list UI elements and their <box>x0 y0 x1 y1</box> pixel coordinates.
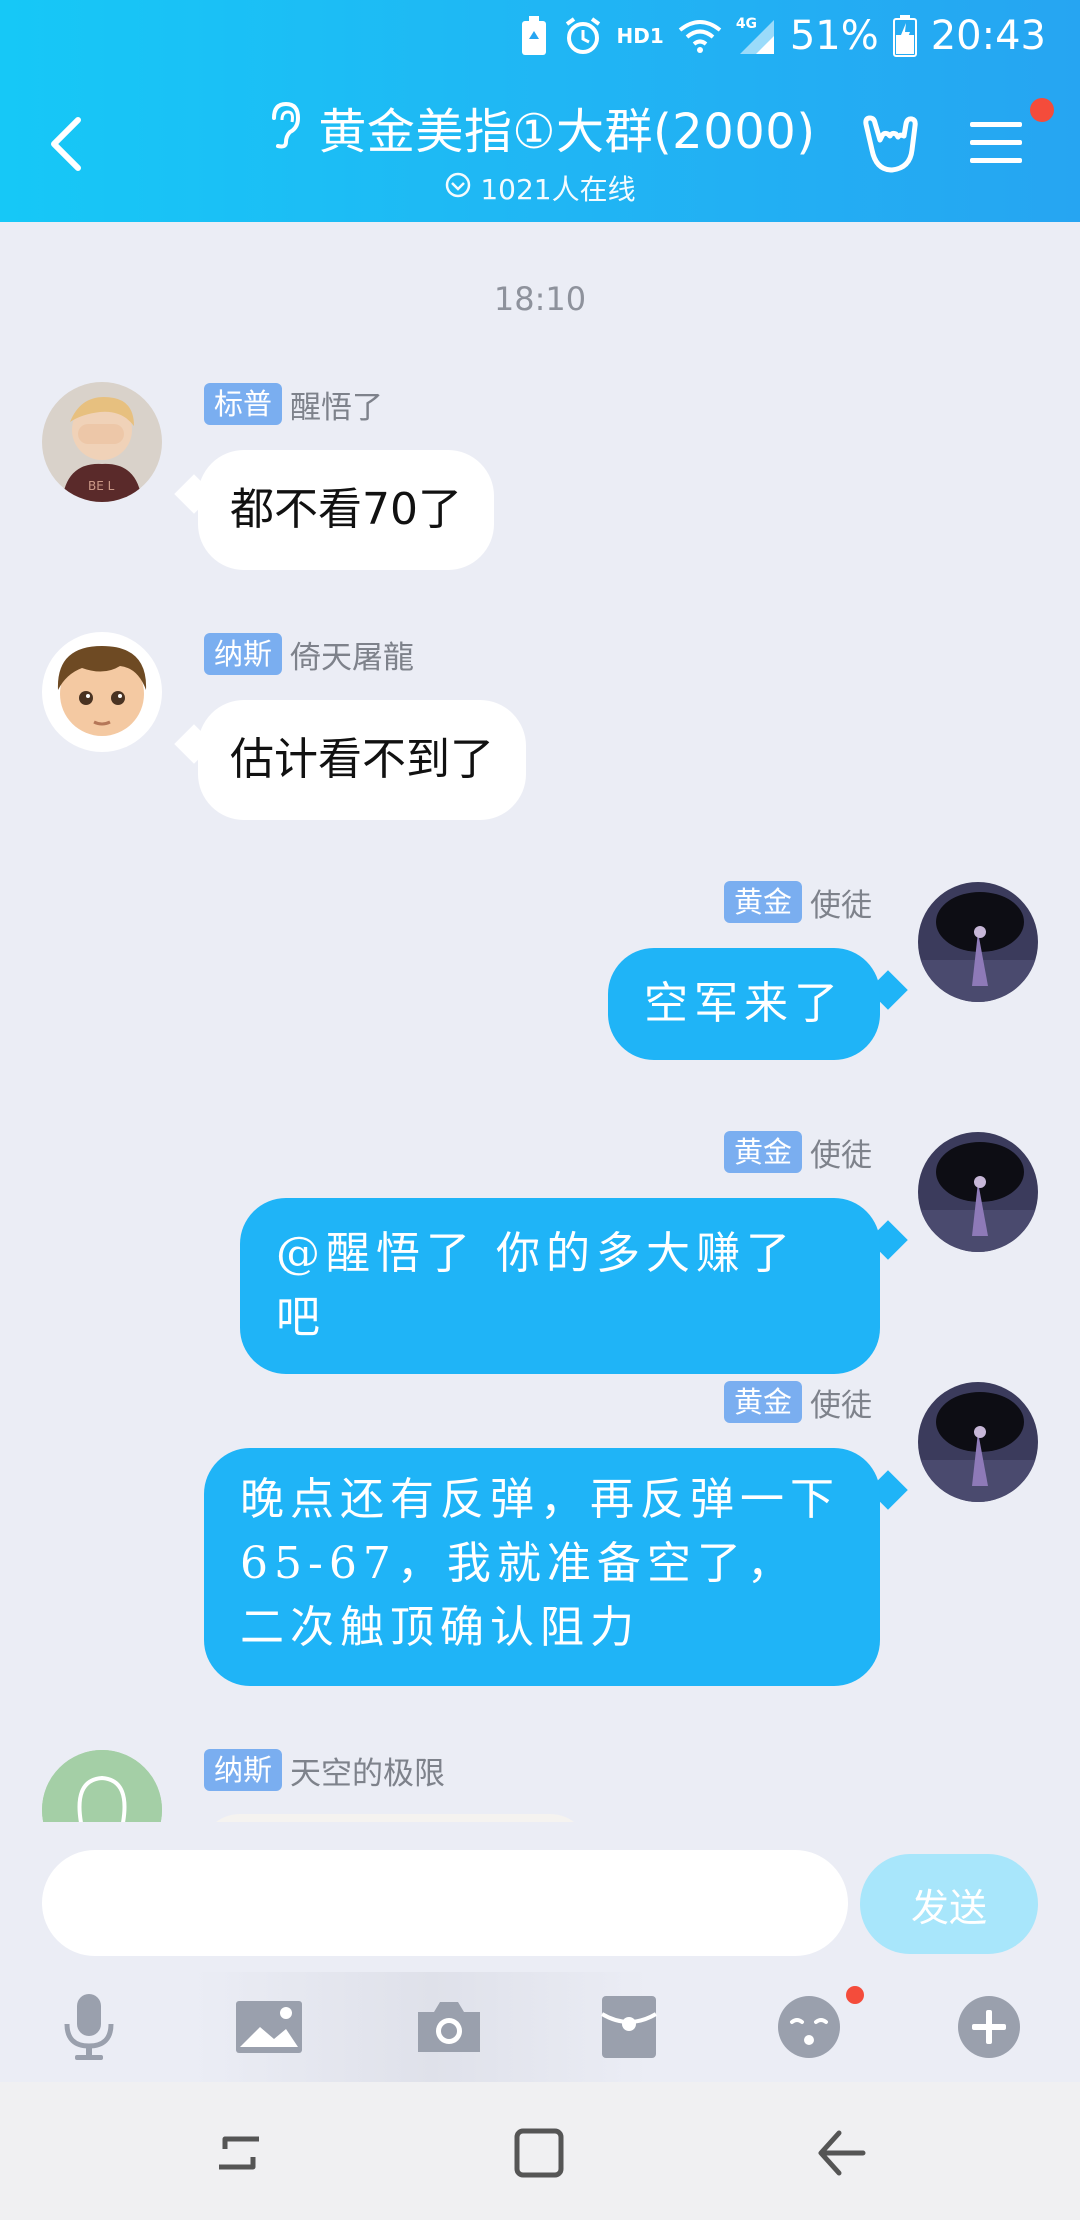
svg-text:BE L: BE L <box>88 479 115 493</box>
sender-badge: 黄金 <box>723 881 802 923</box>
image-message-bubble[interactable] <box>200 1814 590 1822</box>
back-nav-icon[interactable] <box>806 2118 876 2188</box>
sender-name[interactable]: 使徒 <box>810 880 872 925</box>
avatar[interactable] <box>918 882 1038 1002</box>
message-bubble[interactable]: 都不看70了 <box>198 450 494 570</box>
plus-icon[interactable] <box>954 1992 1024 2062</box>
sender-badge: 黄金 <box>723 1131 802 1173</box>
sender-name[interactable]: 使徒 <box>810 1380 872 1425</box>
avatar[interactable] <box>918 1132 1038 1252</box>
message-bubble[interactable]: 晚点还有反弹，再反弹一下65-67，我就准备空了，二次触顶确认阻力 <box>204 1448 880 1686</box>
sender-row: 黄金 使徒 <box>723 1130 872 1175</box>
red-packet-icon[interactable] <box>594 1992 664 2062</box>
sender-name[interactable]: 天空的极限 <box>290 1748 445 1793</box>
emoji-icon[interactable] <box>774 1992 844 2062</box>
microphone-icon[interactable] <box>54 1992 124 2062</box>
image-icon[interactable] <box>234 1992 304 2062</box>
recent-apps-icon[interactable] <box>204 2118 274 2188</box>
sender-badge: 纳斯 <box>204 633 283 675</box>
system-navigation-bar <box>0 2082 1080 2220</box>
message-bubble[interactable]: @醒悟了 你的多大赚了吧 <box>240 1198 880 1374</box>
message-bubble[interactable]: 空军来了 <box>608 948 880 1060</box>
avatar[interactable] <box>42 1750 162 1822</box>
avatar[interactable] <box>42 632 162 752</box>
sender-name[interactable]: 醒悟了 <box>290 382 383 427</box>
sender-name[interactable]: 倚天屠龍 <box>290 632 414 677</box>
chat-message-list[interactable]: 18:10 BE L 标普 醒悟了 都不看70了 纳斯 倚天屠龍 估计看不到了 … <box>0 0 1080 1822</box>
send-button[interactable]: 发送 <box>860 1854 1038 1954</box>
sender-row: 标普 醒悟了 <box>204 382 383 426</box>
sender-row: 纳斯 天空的极限 <box>204 1748 445 1792</box>
emoji-notification-dot <box>846 1986 864 2004</box>
sender-badge: 黄金 <box>723 1381 802 1423</box>
sender-row: 纳斯 倚天屠龍 <box>204 632 414 676</box>
home-icon[interactable] <box>504 2118 574 2188</box>
input-bar: 发送 <box>0 1822 1080 2082</box>
avatar[interactable]: BE L <box>42 382 162 502</box>
sender-badge: 标普 <box>204 383 283 425</box>
sender-row: 黄金 使徒 <box>723 880 872 925</box>
sender-row: 黄金 使徒 <box>723 1380 872 1425</box>
camera-icon[interactable] <box>414 1992 484 2062</box>
sender-name[interactable]: 使徒 <box>810 1130 872 1175</box>
message-bubble[interactable]: 估计看不到了 <box>198 700 526 820</box>
sender-badge: 纳斯 <box>204 1749 283 1791</box>
message-timestamp: 18:10 <box>493 280 587 318</box>
input-toolbar <box>0 1972 1080 2082</box>
message-input[interactable] <box>42 1850 848 1956</box>
avatar[interactable] <box>918 1382 1038 1502</box>
